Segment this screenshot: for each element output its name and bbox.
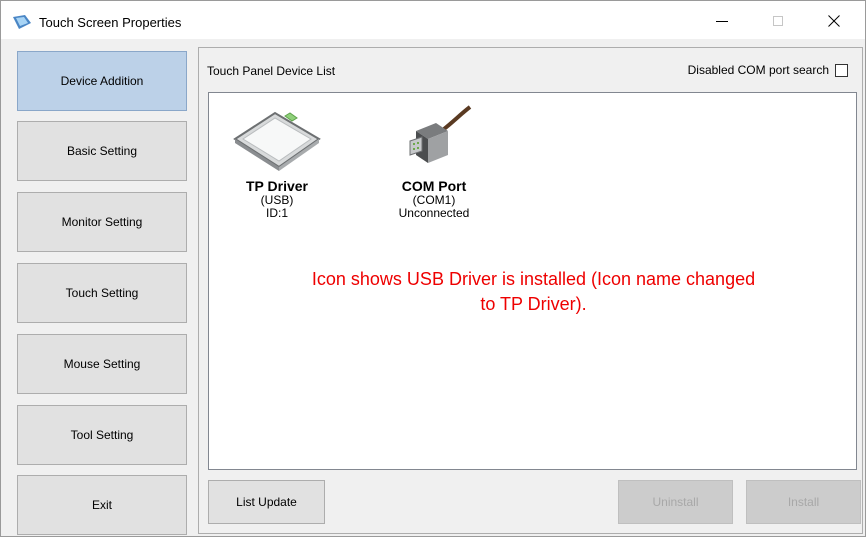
device-id: ID:1: [265, 206, 288, 220]
sidebar-item-mouse-setting[interactable]: Mouse Setting: [17, 334, 187, 394]
annotation-note: Icon shows USB Driver is installed (Icon…: [209, 267, 858, 317]
annotation-line: Icon shows USB Driver is installed (Icon…: [311, 269, 756, 289]
title-bar[interactable]: Touch Screen Properties: [1, 1, 865, 39]
device-item-com-port[interactable]: COM Port (COM1) Unconnected: [384, 103, 484, 220]
touch-screen-app-icon: [13, 15, 31, 29]
list-update-button[interactable]: List Update: [208, 480, 325, 524]
com-port-search-option[interactable]: Disabled COM port search: [688, 63, 848, 77]
install-button[interactable]: Install: [746, 480, 861, 524]
device-name: TP Driver: [246, 178, 308, 194]
minimize-button[interactable]: [699, 5, 745, 37]
com-port-search-checkbox[interactable]: [835, 63, 848, 77]
window-title: Touch Screen Properties: [39, 15, 182, 30]
serial-connector-icon: [409, 105, 472, 163]
com-port-search-label: Disabled COM port search: [687, 63, 829, 77]
uninstall-button[interactable]: Uninstall: [618, 480, 733, 524]
device-list[interactable]: TP Driver (USB) ID:1 COM Port (COM1) Unc…: [208, 92, 857, 470]
device-addition-panel: Touch Panel Device List Disabled COM por…: [198, 47, 863, 534]
sidebar-item-monitor-setting[interactable]: Monitor Setting: [17, 192, 187, 252]
sidebar-item-touch-setting[interactable]: Touch Setting: [17, 263, 187, 323]
sidebar-item-tool-setting[interactable]: Tool Setting: [17, 405, 187, 465]
panel-title: Touch Panel Device List: [207, 64, 336, 78]
close-button[interactable]: [811, 5, 857, 37]
device-name: COM Port: [401, 178, 467, 194]
device-item-tp-driver[interactable]: TP Driver (USB) ID:1: [227, 103, 327, 220]
maximize-icon: [773, 16, 783, 26]
minimize-icon: [716, 20, 728, 22]
maximize-button[interactable]: [755, 5, 801, 37]
exit-button[interactable]: Exit: [17, 475, 187, 535]
sidebar-item-basic-setting[interactable]: Basic Setting: [17, 121, 187, 181]
touch-screen-properties-window: Touch Screen Properties Device Addition …: [0, 0, 866, 537]
close-icon: [828, 15, 840, 27]
touch-panel-icon: [233, 111, 321, 171]
device-status: Unconnected: [398, 206, 470, 220]
annotation-line: to TP Driver).: [480, 294, 587, 314]
sidebar-item-device-addition[interactable]: Device Addition: [17, 51, 187, 111]
